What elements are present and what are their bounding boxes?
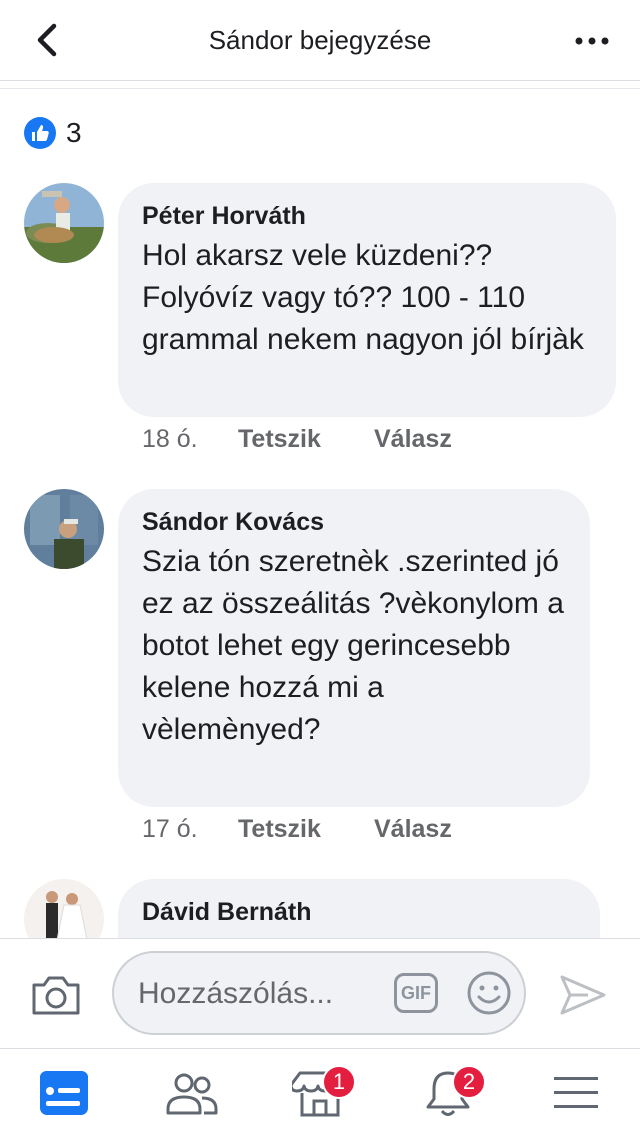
comment-composer: Hozzászólás... GIF <box>0 938 640 1049</box>
camera-icon <box>32 976 80 1015</box>
comment-time: 17 ó. <box>142 815 198 843</box>
reply-button[interactable]: Válasz <box>374 815 452 844</box>
page-title: Sándor bejegyzése <box>208 25 432 55</box>
like-button[interactable]: Tetszik <box>238 815 374 844</box>
smiley-icon <box>467 971 511 1015</box>
top-nav-bar: Sándor bejegyzése <box>0 0 640 81</box>
comment-bubble: Péter Horváth Hol akarsz vele küzdeni?? … <box>118 183 616 417</box>
comment-author[interactable]: Péter Horváth <box>142 201 592 231</box>
avatar[interactable] <box>24 879 104 938</box>
comment-input[interactable]: Hozzászólás... GIF <box>112 951 526 1035</box>
comment-actions: 17 ó. Tetszik Válasz <box>142 815 452 844</box>
divider <box>0 88 640 89</box>
comment-time: 18 ó. <box>142 425 198 453</box>
hamburger-menu-icon <box>554 1077 598 1108</box>
camera-button[interactable] <box>30 973 82 1017</box>
comment-text: Szia tón szeretnèk .szerinted jó ez az ö… <box>142 545 564 746</box>
emoji-button[interactable] <box>466 970 512 1016</box>
comment-bubble: Sándor Kovács Szia tón szeretnèk .szerin… <box>118 489 590 807</box>
avatar[interactable] <box>24 489 104 569</box>
comment-actions: 18 ó. Tetszik Válasz <box>142 425 452 454</box>
tab-news-feed[interactable] <box>36 1067 92 1119</box>
more-options-button[interactable] <box>572 27 612 55</box>
marketplace-badge: 1 <box>322 1065 356 1099</box>
tab-menu[interactable] <box>548 1067 604 1119</box>
send-button[interactable] <box>558 973 608 1017</box>
gif-button[interactable]: GIF <box>394 973 438 1013</box>
bottom-tab-bar: 1 2 <box>0 1048 640 1137</box>
notifications-badge: 2 <box>452 1065 486 1099</box>
tab-marketplace[interactable]: 1 <box>289 1065 356 1119</box>
comment-input-placeholder: Hozzászólás... <box>138 977 334 1010</box>
tab-friends[interactable] <box>164 1067 220 1119</box>
send-icon <box>560 975 606 1015</box>
comment-author[interactable]: Sándor Kovács <box>142 507 566 537</box>
news-feed-icon <box>40 1071 88 1115</box>
comment-bubble: Dávid Bernáth <box>118 879 600 938</box>
like-button[interactable]: Tetszik <box>238 425 374 454</box>
more-dots-icon <box>575 37 609 45</box>
reaction-summary[interactable]: 3 <box>24 117 82 149</box>
thumbs-up-icon <box>24 117 56 149</box>
reply-button[interactable]: Válasz <box>374 425 452 454</box>
comment-author[interactable]: Dávid Bernáth <box>142 897 576 927</box>
avatar[interactable] <box>24 183 104 263</box>
comment-text: Hol akarsz vele küzdeni?? Folyóvíz vagy … <box>142 239 584 356</box>
friends-icon <box>166 1073 218 1115</box>
reaction-count: 3 <box>66 117 82 148</box>
tab-notifications[interactable]: 2 <box>420 1065 486 1119</box>
comment-item: Dávid Bernáth <box>0 879 640 938</box>
